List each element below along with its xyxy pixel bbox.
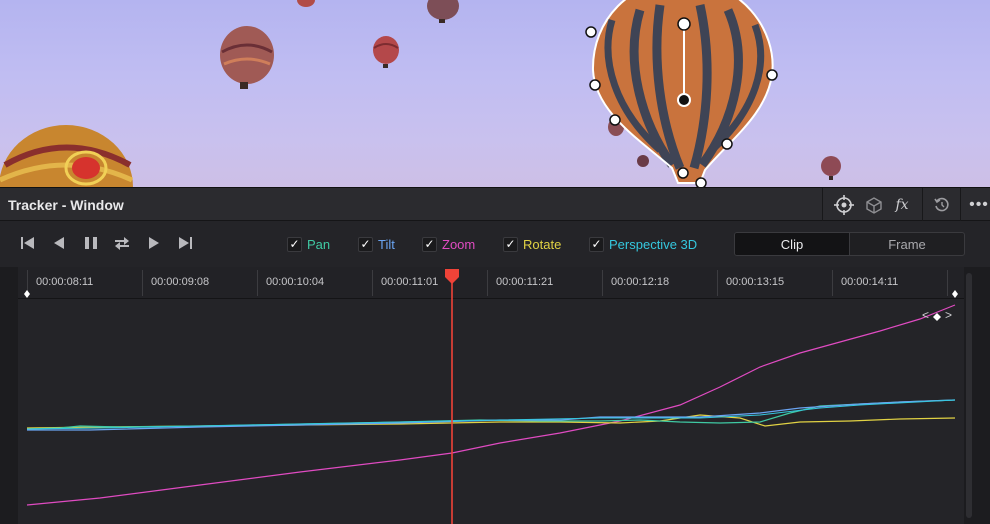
balloon-large-left (0, 125, 134, 187)
clip-frame-toggle: Clip Frame (734, 232, 965, 256)
tracker-app: { "panel": { "title": "Tracker - Window"… (0, 0, 990, 524)
track-one-frame-reverse-icon[interactable] (50, 234, 68, 252)
zoom-curve (26, 304, 956, 506)
previous-keyframe-icon[interactable]: < (922, 308, 929, 322)
zoom-label: Zoom (442, 236, 476, 252)
reset-icon[interactable] (932, 195, 952, 215)
frame-mode-button[interactable]: Frame (849, 233, 964, 255)
balloon-small-3 (427, 0, 459, 23)
window-handle[interactable] (695, 177, 707, 187)
balloon-small-2 (373, 36, 399, 68)
keyframe-marker-icon[interactable] (933, 313, 941, 321)
panel-title: Tracker - Window (8, 197, 124, 213)
checkbox-box[interactable]: ✓ (287, 236, 302, 252)
video-viewer[interactable] (0, 0, 990, 187)
clip-mode-button[interactable]: Clip (735, 233, 849, 255)
crosshair-icon[interactable] (834, 195, 854, 215)
rotate-checkbox[interactable]: ✓ Rotate (503, 235, 561, 253)
balloon-small-5 (821, 156, 841, 180)
perspective-3d-label: Perspective 3D (609, 236, 698, 252)
zoom-checkbox[interactable]: ✓ Zoom (422, 235, 475, 253)
checkbox-box[interactable]: ✓ (503, 236, 518, 252)
in-point-marker[interactable] (24, 290, 30, 298)
out-point-marker[interactable] (952, 290, 958, 298)
divider (960, 188, 961, 221)
more-options-icon[interactable]: ••• (968, 195, 990, 215)
window-handle[interactable] (766, 69, 778, 81)
playhead-handle[interactable] (445, 269, 459, 284)
tracker-header: Tracker - Window fx ••• (0, 187, 990, 221)
track-one-frame-forward-icon[interactable] (145, 234, 163, 252)
tilt-curve (27, 399, 956, 431)
perspective-curve (26, 399, 956, 430)
pan-checkbox[interactable]: ✓ Pan (287, 235, 330, 253)
viewer-image (0, 0, 841, 187)
tracking-graph: 00:00:08:11 00:00:09:08 00:00:10:04 00:0… (0, 267, 990, 524)
fx-icon[interactable]: fx (892, 195, 912, 215)
tracker-controls: ✓ Pan ✓ Tilt ✓ Zoom ✓ Rotate ✓ Perspecti… (0, 221, 990, 267)
rotation-handle[interactable] (677, 17, 691, 31)
center-handle[interactable] (677, 93, 691, 107)
checkbox-box[interactable]: ✓ (422, 236, 437, 252)
pan-curve (26, 399, 956, 430)
rotate-label: Rotate (523, 236, 562, 252)
stop-tracking-icon[interactable] (82, 234, 100, 252)
next-keyframe-icon[interactable]: > (945, 308, 952, 322)
tilt-label: Tilt (378, 236, 395, 252)
balloon-small-4 (297, 0, 315, 7)
window-handle[interactable] (609, 114, 621, 126)
window-handle[interactable] (589, 79, 601, 91)
track-forward-and-reverse-icon[interactable] (113, 234, 131, 252)
track-backward-icon[interactable] (19, 234, 37, 252)
track-forward-icon[interactable] (176, 234, 194, 252)
divider (822, 188, 823, 221)
balloon-small-1 (220, 26, 274, 89)
window-handle[interactable] (721, 138, 733, 150)
perspective-3d-checkbox[interactable]: ✓ Perspective 3D (589, 235, 697, 253)
checkbox-box[interactable]: ✓ (358, 236, 373, 252)
tilt-checkbox[interactable]: ✓ Tilt (358, 235, 395, 253)
window-handle[interactable] (585, 26, 597, 38)
curves-overlay: < > (24, 269, 958, 524)
window-handle[interactable] (677, 167, 689, 179)
divider (922, 188, 923, 221)
cloud-tracker-icon[interactable] (864, 195, 884, 215)
checkbox-box[interactable]: ✓ (589, 236, 604, 252)
pan-label: Pan (307, 236, 331, 252)
